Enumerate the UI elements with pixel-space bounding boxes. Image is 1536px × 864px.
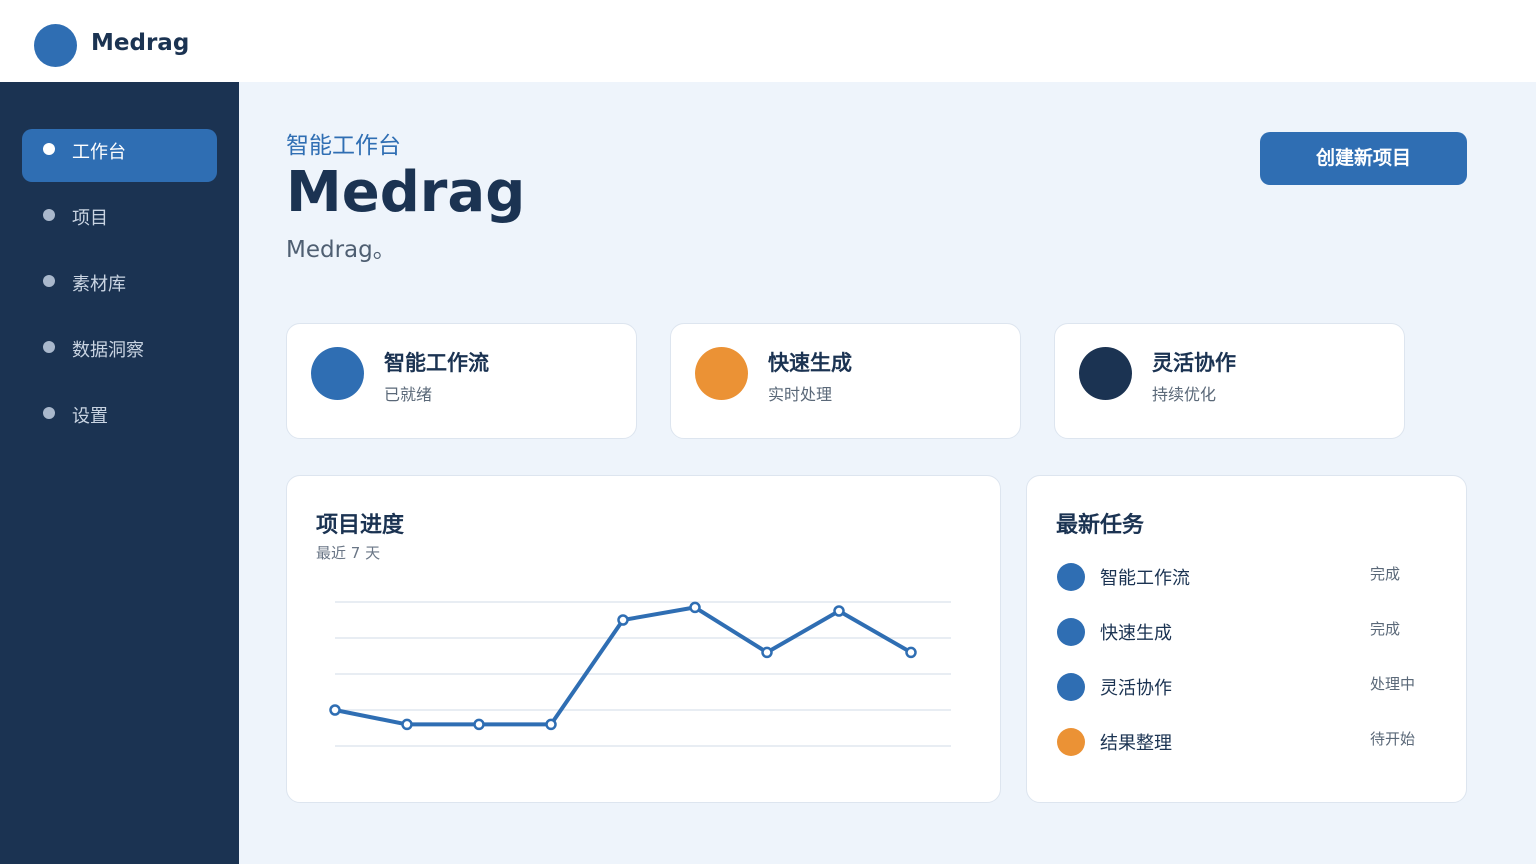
nav-dot-icon (43, 143, 55, 155)
chart-data-point[interactable] (905, 646, 917, 659)
sidebar-item-settings[interactable]: 设置 (22, 393, 217, 446)
brand-name: Medrag (91, 30, 190, 56)
nav-dot-icon (43, 275, 55, 287)
sidebar-item-insights[interactable]: 数据洞察 (22, 327, 217, 380)
chart-data-point[interactable] (329, 704, 341, 716)
task-status: 处理中 (1370, 675, 1416, 693)
chart-data-point[interactable] (617, 614, 629, 626)
chart-data-point[interactable] (761, 646, 773, 659)
task-name: 灵活协作 (1100, 678, 1172, 699)
progress-line-chart (329, 601, 951, 747)
chart-data-point[interactable] (401, 718, 413, 731)
sidebar-item-label: 素材库 (72, 274, 126, 295)
task-row[interactable]: 灵活协作 处理中 (1027, 666, 1468, 706)
task-name: 快速生成 (1100, 623, 1172, 644)
task-status-icon (1057, 563, 1085, 591)
page-description: Medrag。 (286, 237, 396, 263)
chart-data-point[interactable] (689, 601, 701, 614)
generation-icon (695, 347, 748, 400)
stat-card-workflow[interactable]: 智能工作流 已就绪 (286, 323, 637, 439)
stat-title: 快速生成 (768, 351, 852, 375)
stat-title: 智能工作流 (384, 351, 489, 375)
progress-chart-card: 项目进度 最近 7 天 (286, 475, 1001, 803)
chart-data-point[interactable] (473, 718, 485, 731)
task-status: 完成 (1370, 620, 1401, 638)
task-name: 结果整理 (1100, 733, 1172, 754)
task-status: 完成 (1370, 565, 1401, 583)
workflow-icon (311, 347, 364, 400)
task-row[interactable]: 结果整理 待开始 (1027, 721, 1468, 761)
nav-dot-icon (43, 209, 55, 221)
page-subtitle: 智能工作台 (286, 133, 401, 159)
task-row[interactable]: 快速生成 完成 (1027, 611, 1468, 651)
sidebar-item-projects[interactable]: 项目 (22, 195, 217, 248)
sidebar-item-label: 项目 (72, 208, 108, 229)
task-status: 待开始 (1370, 730, 1416, 748)
stat-subtitle: 已就绪 (384, 385, 433, 404)
chart-data-point[interactable] (545, 718, 557, 731)
nav-dot-icon (43, 341, 55, 353)
chart-data-point[interactable] (833, 605, 845, 617)
sidebar-item-label: 工作台 (72, 142, 126, 163)
task-status-icon (1057, 618, 1085, 646)
task-row[interactable]: 智能工作流 完成 (1027, 556, 1468, 596)
logo-icon (34, 24, 77, 67)
task-status-icon (1057, 728, 1085, 756)
page-title: Medrag (286, 160, 526, 225)
create-project-button[interactable]: 创建新项目 (1260, 132, 1467, 185)
sidebar-item-label: 设置 (72, 406, 108, 427)
nav-dot-icon (43, 407, 55, 419)
sidebar-item-workbench[interactable]: 工作台 (22, 129, 217, 182)
stat-title: 灵活协作 (1152, 351, 1236, 375)
task-status-icon (1057, 673, 1085, 701)
recent-tasks-card: 最新任务 智能工作流 完成 快速生成 完成 灵活协作 处理中 结果整理 待开始 (1026, 475, 1467, 803)
top-bar: Medrag (0, 0, 1536, 82)
sidebar-item-label: 数据洞察 (72, 340, 144, 361)
collaboration-icon (1079, 347, 1132, 400)
stat-card-collaboration[interactable]: 灵活协作 持续优化 (1054, 323, 1405, 439)
stat-subtitle: 持续优化 (1152, 385, 1217, 404)
stat-subtitle: 实时处理 (768, 385, 833, 404)
task-name: 智能工作流 (1100, 568, 1190, 589)
stat-card-generation[interactable]: 快速生成 实时处理 (670, 323, 1021, 439)
sidebar: 工作台 项目 素材库 数据洞察 设置 (0, 82, 239, 864)
sidebar-item-assets[interactable]: 素材库 (22, 261, 217, 314)
tasks-title: 最新任务 (1056, 513, 1145, 538)
